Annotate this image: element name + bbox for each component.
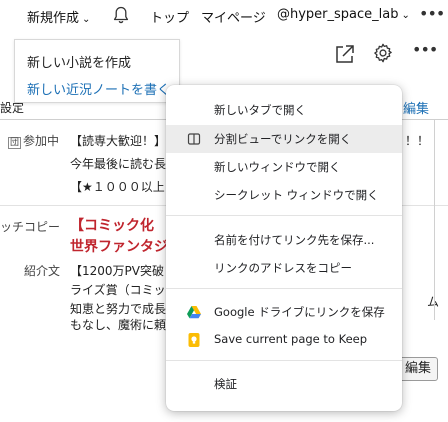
intro-line-4: もなし、魔術に頼 [70,318,167,332]
ctx-item-label: シークレット ウィンドウで開く [214,188,379,202]
new-create-dropdown: 新しい小説を作成 新しい近況ノートを書く [14,39,180,103]
catchcopy-line-2: 世界ファンタジ [70,239,168,255]
ctx-save-to-keep[interactable]: Save current page to Keep [166,326,402,354]
tagline-line-2: 今年最後に読む長 [70,157,167,171]
ctx-open-split-view[interactable]: 分割ビューでリンクを開く [166,125,402,153]
ctx-item-label: 名前を付けてリンク先を保存... [214,233,375,247]
ctx-inspect[interactable]: 検証 [166,370,402,398]
tagline-fragment: ！！ [405,134,430,148]
new-create-menu[interactable]: 新規作成 ⌄ [27,7,90,26]
ctx-item-label: 分割ビューでリンクを開く [214,132,352,146]
ctx-item-label: 新しいタブで開く [214,103,306,117]
ctx-divider [166,215,402,216]
new-novel-item[interactable]: 新しい小説を作成 [27,52,131,71]
more-menu-icon[interactable]: ••• [419,4,445,23]
bell-icon[interactable] [113,6,129,24]
tagline-line-3: 【★１０００以上 [70,180,165,194]
new-note-item[interactable]: 新しい近況ノートを書く [27,79,170,98]
chevron-down-icon: ⌄ [82,14,91,25]
context-menu: 新しいタブで開く 分割ビューでリンクを開く 新しいウィンドウで開く シークレット… [166,85,402,411]
chevron-down-icon: ⌄ [401,10,410,21]
ctx-item-label: 検証 [214,377,237,391]
intro-line-1: 【1200万PV突破 [70,264,164,278]
google-drive-icon [187,306,201,319]
new-create-label: 新規作成 [27,11,80,26]
nav-mypage-link[interactable]: マイページ [201,7,266,26]
gear-icon[interactable] [372,42,394,64]
keep-icon [188,333,200,347]
status-prefix: 団 [8,137,22,149]
intro-line-3: 知恵と努力で成長 [70,302,167,316]
status-text: 参加中 [23,134,60,148]
catchcopy-label: ッチコピー [0,220,61,234]
edit-button[interactable]: 編集 [398,357,438,381]
ctx-divider [166,360,402,361]
ctx-open-new-window[interactable]: 新しいウィンドウで開く [166,153,402,181]
ctx-item-label: Save current page to Keep [214,332,368,346]
split-view-icon [187,133,201,145]
username-label: @hyper_space_lab [277,7,399,22]
more-options-icon[interactable]: ••• [412,40,438,59]
ctx-save-to-drive[interactable]: Google ドライブにリンクを保存 [166,298,402,326]
status-label: 団参加中 [8,132,59,149]
tagline-line-1: 【読専大歓迎！】 [70,134,167,148]
ctx-open-incognito[interactable]: シークレット ウィンドウで開く [166,181,402,209]
content-border [434,120,435,320]
ctx-item-label: Google ドライブにリンクを保存 [214,305,385,319]
catchcopy-line-1: 【コミック化 [70,218,154,234]
ctx-open-new-tab[interactable]: 新しいタブで開く [166,96,402,124]
user-menu[interactable]: @hyper_space_lab ⌄ [277,7,410,22]
ctx-copy-link-address[interactable]: リンクのアドレスをコピー [166,254,402,282]
intro-label: 紹介文 [24,264,61,278]
edit-link[interactable]: 編集 [403,98,429,117]
ctx-item-label: 新しいウィンドウで開く [214,160,341,174]
top-navigation: 新規作成 ⌄ トップ マイページ @hyper_space_lab ⌄ ••• [0,0,448,34]
nav-top-link[interactable]: トップ [150,7,189,26]
intro-line-2: ライズ賞（コミッ [70,283,166,297]
ctx-divider [166,288,402,289]
ctx-item-label: リンクのアドレスをコピー [214,261,352,275]
intro-fragment: ム [427,295,440,309]
share-icon[interactable] [335,44,355,64]
ctx-save-link-as[interactable]: 名前を付けてリンク先を保存... [166,226,402,254]
